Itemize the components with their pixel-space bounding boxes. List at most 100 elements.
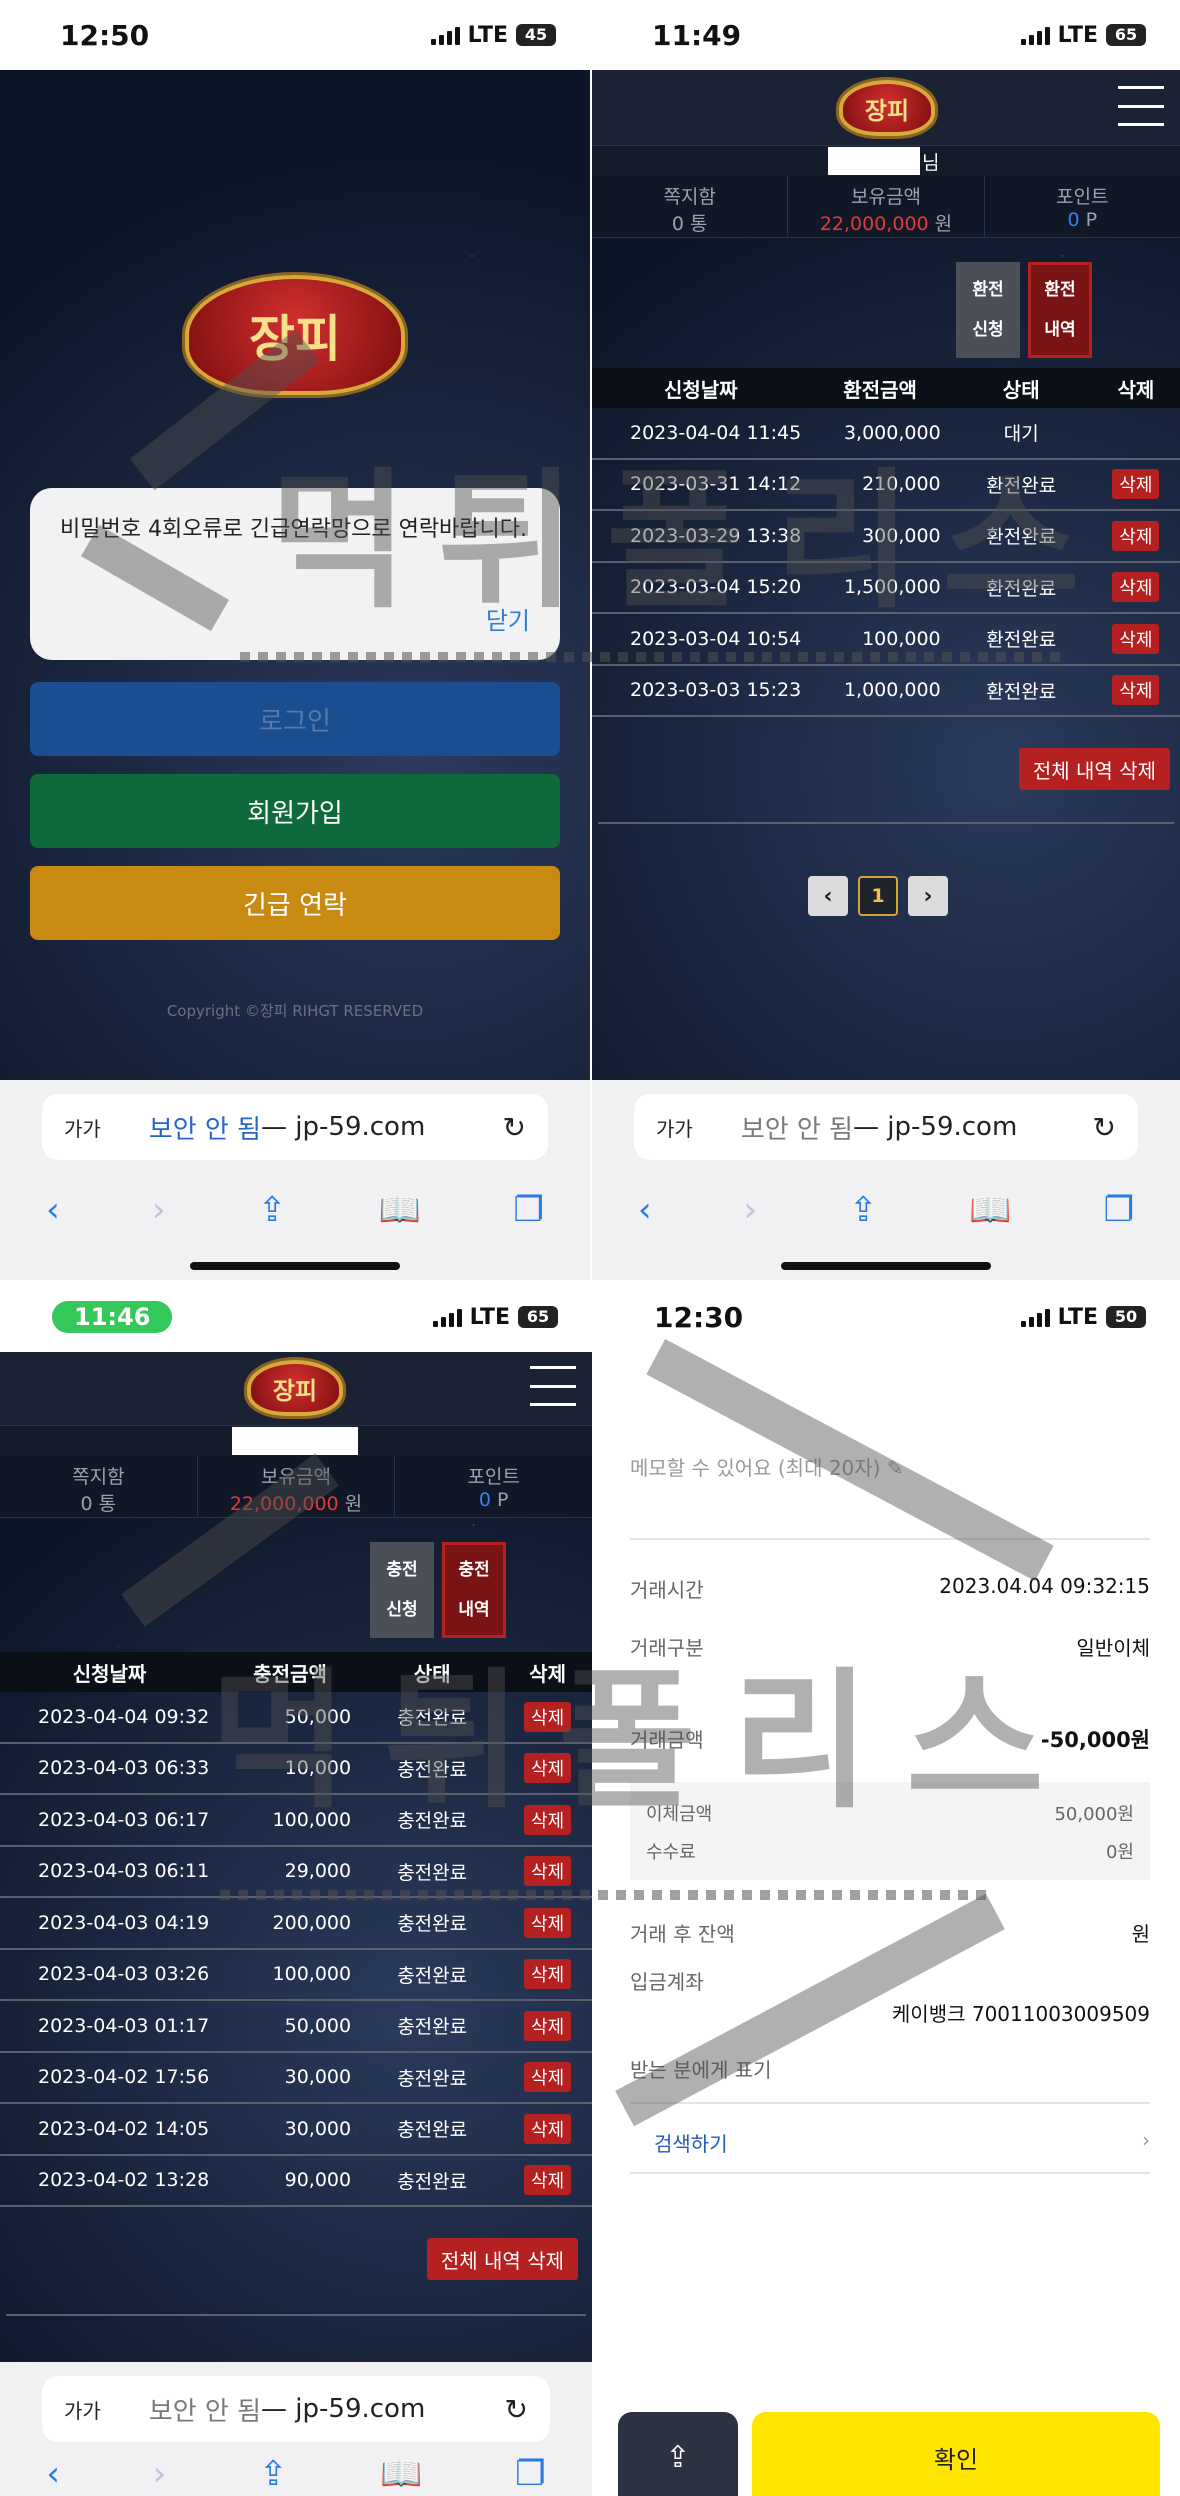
table-row: 2023-04-03 01:17 50,000 충전완료 삭제 — [0, 2001, 592, 2053]
table-row: 2023-04-03 06:33 10,000 충전완료 삭제 — [0, 1744, 592, 1795]
delete-row-button[interactable]: 삭제 — [524, 2010, 572, 2041]
delete-all-button[interactable]: 전체 내역 삭제 — [1018, 748, 1170, 790]
cell-status: 대기 — [1003, 423, 1039, 446]
tab-label: 내역 — [458, 1600, 490, 1620]
alert-close-button[interactable]: 닫기 — [486, 601, 530, 636]
withdrawal-history-screen: 11:49 LTE 65 장피 님 쪽지함 0 통 보유금액 22,000,00… — [592, 0, 1180, 1280]
tab-deposit-apply[interactable]: 충전 신청 — [370, 1542, 434, 1638]
tab-withdraw-history[interactable]: 환전 내역 — [1028, 262, 1092, 358]
cell-amount: 1,500,000 — [843, 576, 941, 599]
messages-box[interactable]: 쪽지함 0 통 — [592, 176, 789, 237]
back-icon[interactable]: ‹ — [46, 2454, 60, 2494]
signal-icon — [1020, 25, 1050, 45]
type-label: 거래구분 — [630, 1636, 704, 1660]
battery-icon: 45 — [516, 24, 556, 46]
delete-row-button[interactable]: 삭제 — [524, 1959, 572, 1990]
address-bar[interactable]: 가가 보안 안 됨 — jp-59.com ↻ — [634, 1094, 1138, 1160]
url-domain: — jp-59.com — [261, 2394, 426, 2424]
search-link[interactable]: 검색하기 › — [654, 2128, 1150, 2157]
site-logo[interactable]: 장피 — [240, 1352, 350, 1424]
delete-row-button[interactable]: 삭제 — [1112, 572, 1160, 603]
delete-row-button[interactable]: 삭제 — [524, 1701, 572, 1732]
transfer-label: 이체금액 — [646, 1804, 713, 1825]
username-redaction — [232, 1427, 358, 1455]
delete-row-button[interactable]: 삭제 — [524, 1856, 572, 1887]
account-value: 케이뱅크 70011003009509 — [891, 2002, 1150, 2026]
back-icon[interactable]: ‹ — [638, 1190, 652, 1230]
delete-row-button[interactable]: 삭제 — [524, 2062, 572, 2093]
forward-icon[interactable]: › — [153, 2454, 167, 2494]
cell-date: 2023-04-02 13:28 — [38, 2169, 210, 2192]
cell-delete: 삭제 — [1092, 623, 1180, 654]
balance-unit: 원 — [928, 213, 953, 235]
text-size-button[interactable]: 가가 — [64, 1113, 101, 1142]
delete-row-button[interactable]: 삭제 — [524, 1907, 572, 1938]
signal-icon — [430, 25, 460, 45]
tab-label: 충전 — [458, 1560, 490, 1580]
text-size-button[interactable]: 가가 — [656, 1113, 693, 1142]
tab-label: 충전 — [386, 1560, 418, 1580]
text-size-button[interactable]: 가가 — [64, 2395, 101, 2424]
delete-row-button[interactable]: 삭제 — [1112, 520, 1160, 551]
tab-withdraw-apply[interactable]: 환전 신청 — [956, 262, 1020, 358]
delete-all-button[interactable]: 전체 내역 삭제 — [426, 2238, 578, 2280]
login-button[interactable]: 로그인 — [30, 682, 560, 756]
cell-amount: 3,000,000 — [843, 421, 941, 444]
share-icon[interactable]: ⇪ — [259, 2454, 288, 2494]
logo-text: 장피 — [247, 1360, 343, 1416]
address-bar[interactable]: 가가 보안 안 됨 — jp-59.com ↻ — [42, 1094, 548, 1160]
forward-icon[interactable]: › — [152, 1190, 166, 1230]
emergency-contact-button[interactable]: 긴급 연락 — [30, 866, 560, 940]
delete-row-button[interactable]: 삭제 — [1112, 675, 1160, 706]
cell-status: 환전완료 — [986, 474, 1057, 497]
cell-date: 2023-04-03 06:33 — [38, 1757, 210, 1780]
points-label: 포인트 — [467, 1466, 520, 1488]
points-value: 0 — [1067, 209, 1080, 231]
cell-date: 2023-03-31 14:12 — [630, 473, 802, 496]
delete-row-button[interactable]: 삭제 — [524, 2113, 572, 2144]
back-icon[interactable]: ‹ — [46, 1190, 60, 1230]
forward-icon[interactable]: › — [743, 1190, 757, 1230]
tabs-icon[interactable]: ❐ — [515, 2454, 545, 2494]
cell-date: 2023-03-04 10:54 — [630, 627, 802, 650]
bookmarks-icon[interactable]: 📖 — [380, 2454, 422, 2494]
cell-date: 2023-04-03 04:19 — [38, 1911, 210, 1934]
confirm-button[interactable]: 확인 — [752, 2412, 1160, 2496]
tab-deposit-history[interactable]: 충전 내역 — [442, 1542, 506, 1638]
address-bar[interactable]: 가가 보안 안 됨 — jp-59.com ↻ — [42, 2376, 550, 2442]
share-icon[interactable]: ⇪ — [849, 1190, 878, 1230]
browser-chrome: 가가 보안 안 됨 — jp-59.com ↻ ‹ › ⇪ 📖 ❐ — [592, 1080, 1180, 1280]
status-bar: 12:50 LTE 45 — [0, 0, 590, 70]
hamburger-menu-icon[interactable] — [530, 1366, 576, 1406]
cell-amount: 100,000 — [862, 627, 941, 650]
cell-date: 2023-03-29 13:38 — [630, 524, 802, 547]
reload-icon[interactable]: ↻ — [503, 1111, 526, 1144]
home-indicator — [190, 1262, 400, 1270]
status-time: 11:46 — [52, 1301, 173, 1333]
share-button[interactable]: ⇪ — [618, 2412, 738, 2496]
messages-box[interactable]: 쪽지함 0 통 — [0, 1456, 198, 1517]
signup-button[interactable]: 회원가입 — [30, 774, 560, 848]
hamburger-menu-icon[interactable] — [1118, 86, 1164, 126]
bookmarks-icon[interactable]: 📖 — [969, 1190, 1011, 1230]
delete-row-button[interactable]: 삭제 — [524, 1753, 572, 1784]
delete-row-button[interactable]: 삭제 — [1112, 623, 1160, 654]
tabs-icon[interactable]: ❐ — [513, 1190, 543, 1230]
delete-row-button[interactable]: 삭제 — [1112, 469, 1160, 500]
share-icon[interactable]: ⇪ — [258, 1190, 287, 1230]
reload-icon[interactable]: ↻ — [1093, 1111, 1116, 1144]
current-page[interactable]: 1 — [858, 876, 898, 916]
bookmarks-icon[interactable]: 📖 — [379, 1190, 421, 1230]
next-page-button[interactable]: › — [908, 876, 948, 916]
reload-icon[interactable]: ↻ — [505, 2393, 528, 2426]
delete-row-button[interactable]: 삭제 — [524, 2165, 572, 2196]
points-box: 포인트 0 P — [985, 176, 1180, 237]
balance-after-row: 거래 후 잔액 원 — [630, 1918, 1150, 1947]
header-status: 상태 — [413, 1661, 451, 1686]
divider — [6, 2314, 586, 2316]
tabs-icon[interactable]: ❐ — [1104, 1190, 1134, 1230]
site-logo[interactable]: 장피 — [832, 72, 942, 144]
prev-page-button[interactable]: ‹ — [808, 876, 848, 916]
cell-status: 충전완료 — [397, 1707, 468, 1730]
delete-row-button[interactable]: 삭제 — [524, 1804, 572, 1835]
